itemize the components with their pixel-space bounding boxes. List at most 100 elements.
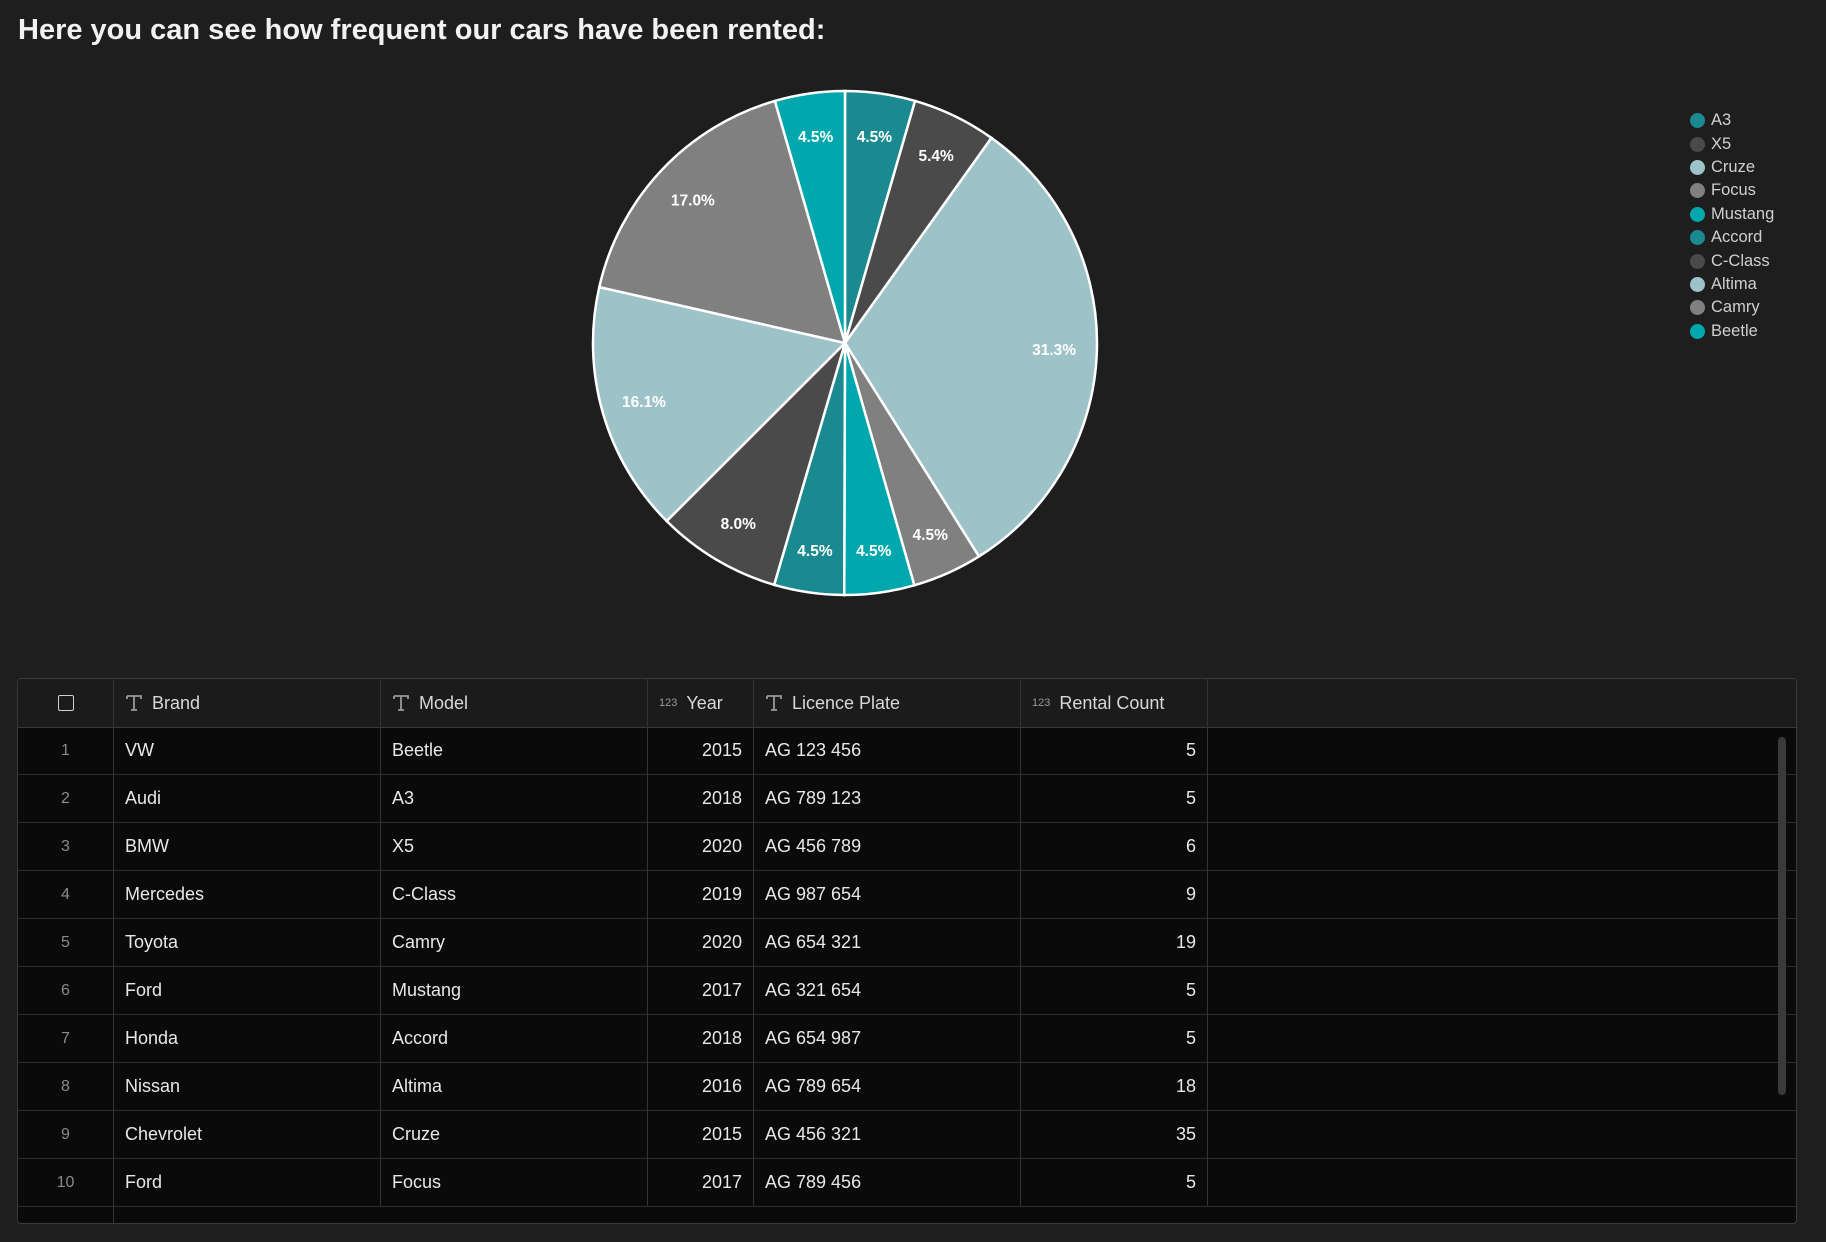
cell-licence-plate[interactable]: AG 987 654	[754, 871, 1021, 918]
column-header-licence-plate[interactable]: Licence Plate	[754, 679, 1021, 727]
row-index[interactable]: 6	[18, 967, 114, 1014]
cell-licence-plate[interactable]: AG 123 456	[754, 727, 1021, 774]
table-row[interactable]: 7 Honda Accord 2018 AG 654 987 5	[18, 1015, 1796, 1063]
table-row[interactable]: 2 Audi A3 2018 AG 789 123 5	[18, 775, 1796, 823]
table-row[interactable]: 3 BMW X5 2020 AG 456 789 6	[18, 823, 1796, 871]
cell-brand[interactable]: Nissan	[114, 1063, 381, 1110]
cell-brand[interactable]: VW	[114, 727, 381, 774]
cell-brand[interactable]: Audi	[114, 775, 381, 822]
table-row[interactable]: 10 Ford Focus 2017 AG 789 456 5	[18, 1159, 1796, 1207]
row-index[interactable]: 4	[18, 871, 114, 918]
row-index[interactable]: 10	[18, 1159, 114, 1206]
cell-rental-count[interactable]: 5	[1021, 967, 1208, 1014]
cell-brand[interactable]: Toyota	[114, 919, 381, 966]
table-row[interactable]: 8 Nissan Altima 2016 AG 789 654 18	[18, 1063, 1796, 1111]
cell-year[interactable]: 2020	[648, 823, 754, 870]
table-header: Brand Model 123 Year Licence Plate 123 R…	[18, 679, 1796, 728]
cell-model[interactable]: Focus	[381, 1159, 648, 1206]
column-header-rental-count[interactable]: 123 Rental Count	[1021, 679, 1208, 727]
cell-licence-plate[interactable]: AG 456 789	[754, 823, 1021, 870]
row-index[interactable]: 9	[18, 1111, 114, 1158]
cell-rental-count[interactable]: 35	[1021, 1111, 1208, 1158]
cell-rental-count[interactable]: 19	[1021, 919, 1208, 966]
table-row[interactable]: 6 Ford Mustang 2017 AG 321 654 5	[18, 967, 1796, 1015]
cell-brand[interactable]: Ford	[114, 1159, 381, 1206]
cell-model[interactable]: Camry	[381, 919, 648, 966]
cell-rental-count[interactable]: 9	[1021, 871, 1208, 918]
cell-licence-plate[interactable]: AG 456 321	[754, 1111, 1021, 1158]
cell-model[interactable]: X5	[381, 823, 648, 870]
cell-model[interactable]: A3	[381, 775, 648, 822]
cell-model[interactable]: Cruze	[381, 1111, 648, 1158]
legend-item[interactable]: Focus	[1690, 179, 1774, 202]
row-index[interactable]: 3	[18, 823, 114, 870]
legend-item[interactable]: Cruze	[1690, 156, 1774, 179]
row-index[interactable]: 2	[18, 775, 114, 822]
legend-item[interactable]: C-Class	[1690, 249, 1774, 272]
cell-licence-plate[interactable]: AG 654 987	[754, 1015, 1021, 1062]
cell-brand[interactable]: Ford	[114, 967, 381, 1014]
row-index	[18, 1207, 114, 1223]
legend-item[interactable]: Accord	[1690, 226, 1774, 249]
legend-item[interactable]: X5	[1690, 132, 1774, 155]
legend-swatch	[1690, 159, 1705, 175]
cell-licence-plate[interactable]: AG 321 654	[754, 967, 1021, 1014]
legend-item[interactable]: Camry	[1690, 296, 1774, 319]
cell-year[interactable]: 2017	[648, 1159, 754, 1206]
column-header-label: Licence Plate	[792, 692, 901, 713]
cell-model[interactable]: Altima	[381, 1063, 648, 1110]
cell-year[interactable]: 2020	[648, 919, 754, 966]
cell-rental-count[interactable]: 5	[1021, 1015, 1208, 1062]
cell-model[interactable]: Beetle	[381, 727, 648, 774]
legend-swatch	[1690, 300, 1705, 316]
legend-swatch	[1690, 230, 1705, 246]
column-header-year[interactable]: 123 Year	[648, 679, 754, 727]
legend-item[interactable]: Mustang	[1690, 203, 1774, 226]
cell-brand[interactable]: Honda	[114, 1015, 381, 1062]
cell-year[interactable]: 2017	[648, 967, 754, 1014]
row-index[interactable]: 5	[18, 919, 114, 966]
legend-swatch	[1690, 136, 1705, 152]
cell-licence-plate[interactable]: AG 789 456	[754, 1159, 1021, 1206]
cell-brand[interactable]: BMW	[114, 823, 381, 870]
cell-brand[interactable]: Mercedes	[114, 871, 381, 918]
cell-rental-count[interactable]: 18	[1021, 1063, 1208, 1110]
cell-brand[interactable]: Chevrolet	[114, 1111, 381, 1158]
cell-year[interactable]: 2015	[648, 1111, 754, 1158]
table-scrollbar[interactable]	[1778, 737, 1786, 1095]
legend-label: Altima	[1711, 274, 1757, 293]
select-all-checkbox[interactable]	[57, 695, 74, 711]
cell-year[interactable]: 2015	[648, 727, 754, 774]
select-all-cell[interactable]	[18, 679, 114, 727]
cell-year[interactable]: 2018	[648, 775, 754, 822]
cell-licence-plate[interactable]: AG 789 654	[754, 1063, 1021, 1110]
table-row[interactable]: 1 VW Beetle 2015 AG 123 456 5	[18, 727, 1796, 775]
column-header-brand[interactable]: Brand	[114, 679, 381, 727]
table-row[interactable]: 9 Chevrolet Cruze 2015 AG 456 321 35	[18, 1111, 1796, 1159]
cell-rental-count[interactable]: 5	[1021, 775, 1208, 822]
row-index[interactable]: 1	[18, 727, 114, 774]
legend-label: C-Class	[1711, 251, 1770, 270]
table-row[interactable]: 5 Toyota Camry 2020 AG 654 321 19	[18, 919, 1796, 967]
table-row[interactable]: 4 Mercedes C-Class 2019 AG 987 654 9	[18, 871, 1796, 919]
legend-item[interactable]: Beetle	[1690, 320, 1774, 343]
cell-model[interactable]: Accord	[381, 1015, 648, 1062]
cell-year[interactable]: 2016	[648, 1063, 754, 1110]
text-type-icon	[125, 694, 143, 712]
cell-rental-count[interactable]: 6	[1021, 823, 1208, 870]
legend-label: Beetle	[1711, 321, 1758, 340]
cell-rental-count[interactable]: 5	[1021, 727, 1208, 774]
cell-licence-plate[interactable]: AG 654 321	[754, 919, 1021, 966]
cell-model[interactable]: C-Class	[381, 871, 648, 918]
cell-rental-count[interactable]: 5	[1021, 1159, 1208, 1206]
data-table[interactable]: Brand Model 123 Year Licence Plate 123 R…	[17, 678, 1797, 1224]
cell-model[interactable]: Mustang	[381, 967, 648, 1014]
row-index[interactable]: 7	[18, 1015, 114, 1062]
cell-licence-plate[interactable]: AG 789 123	[754, 775, 1021, 822]
cell-year[interactable]: 2019	[648, 871, 754, 918]
legend-item[interactable]: Altima	[1690, 273, 1774, 296]
column-header-model[interactable]: Model	[381, 679, 648, 727]
cell-year[interactable]: 2018	[648, 1015, 754, 1062]
row-index[interactable]: 8	[18, 1063, 114, 1110]
legend-item[interactable]: A3	[1690, 109, 1774, 132]
